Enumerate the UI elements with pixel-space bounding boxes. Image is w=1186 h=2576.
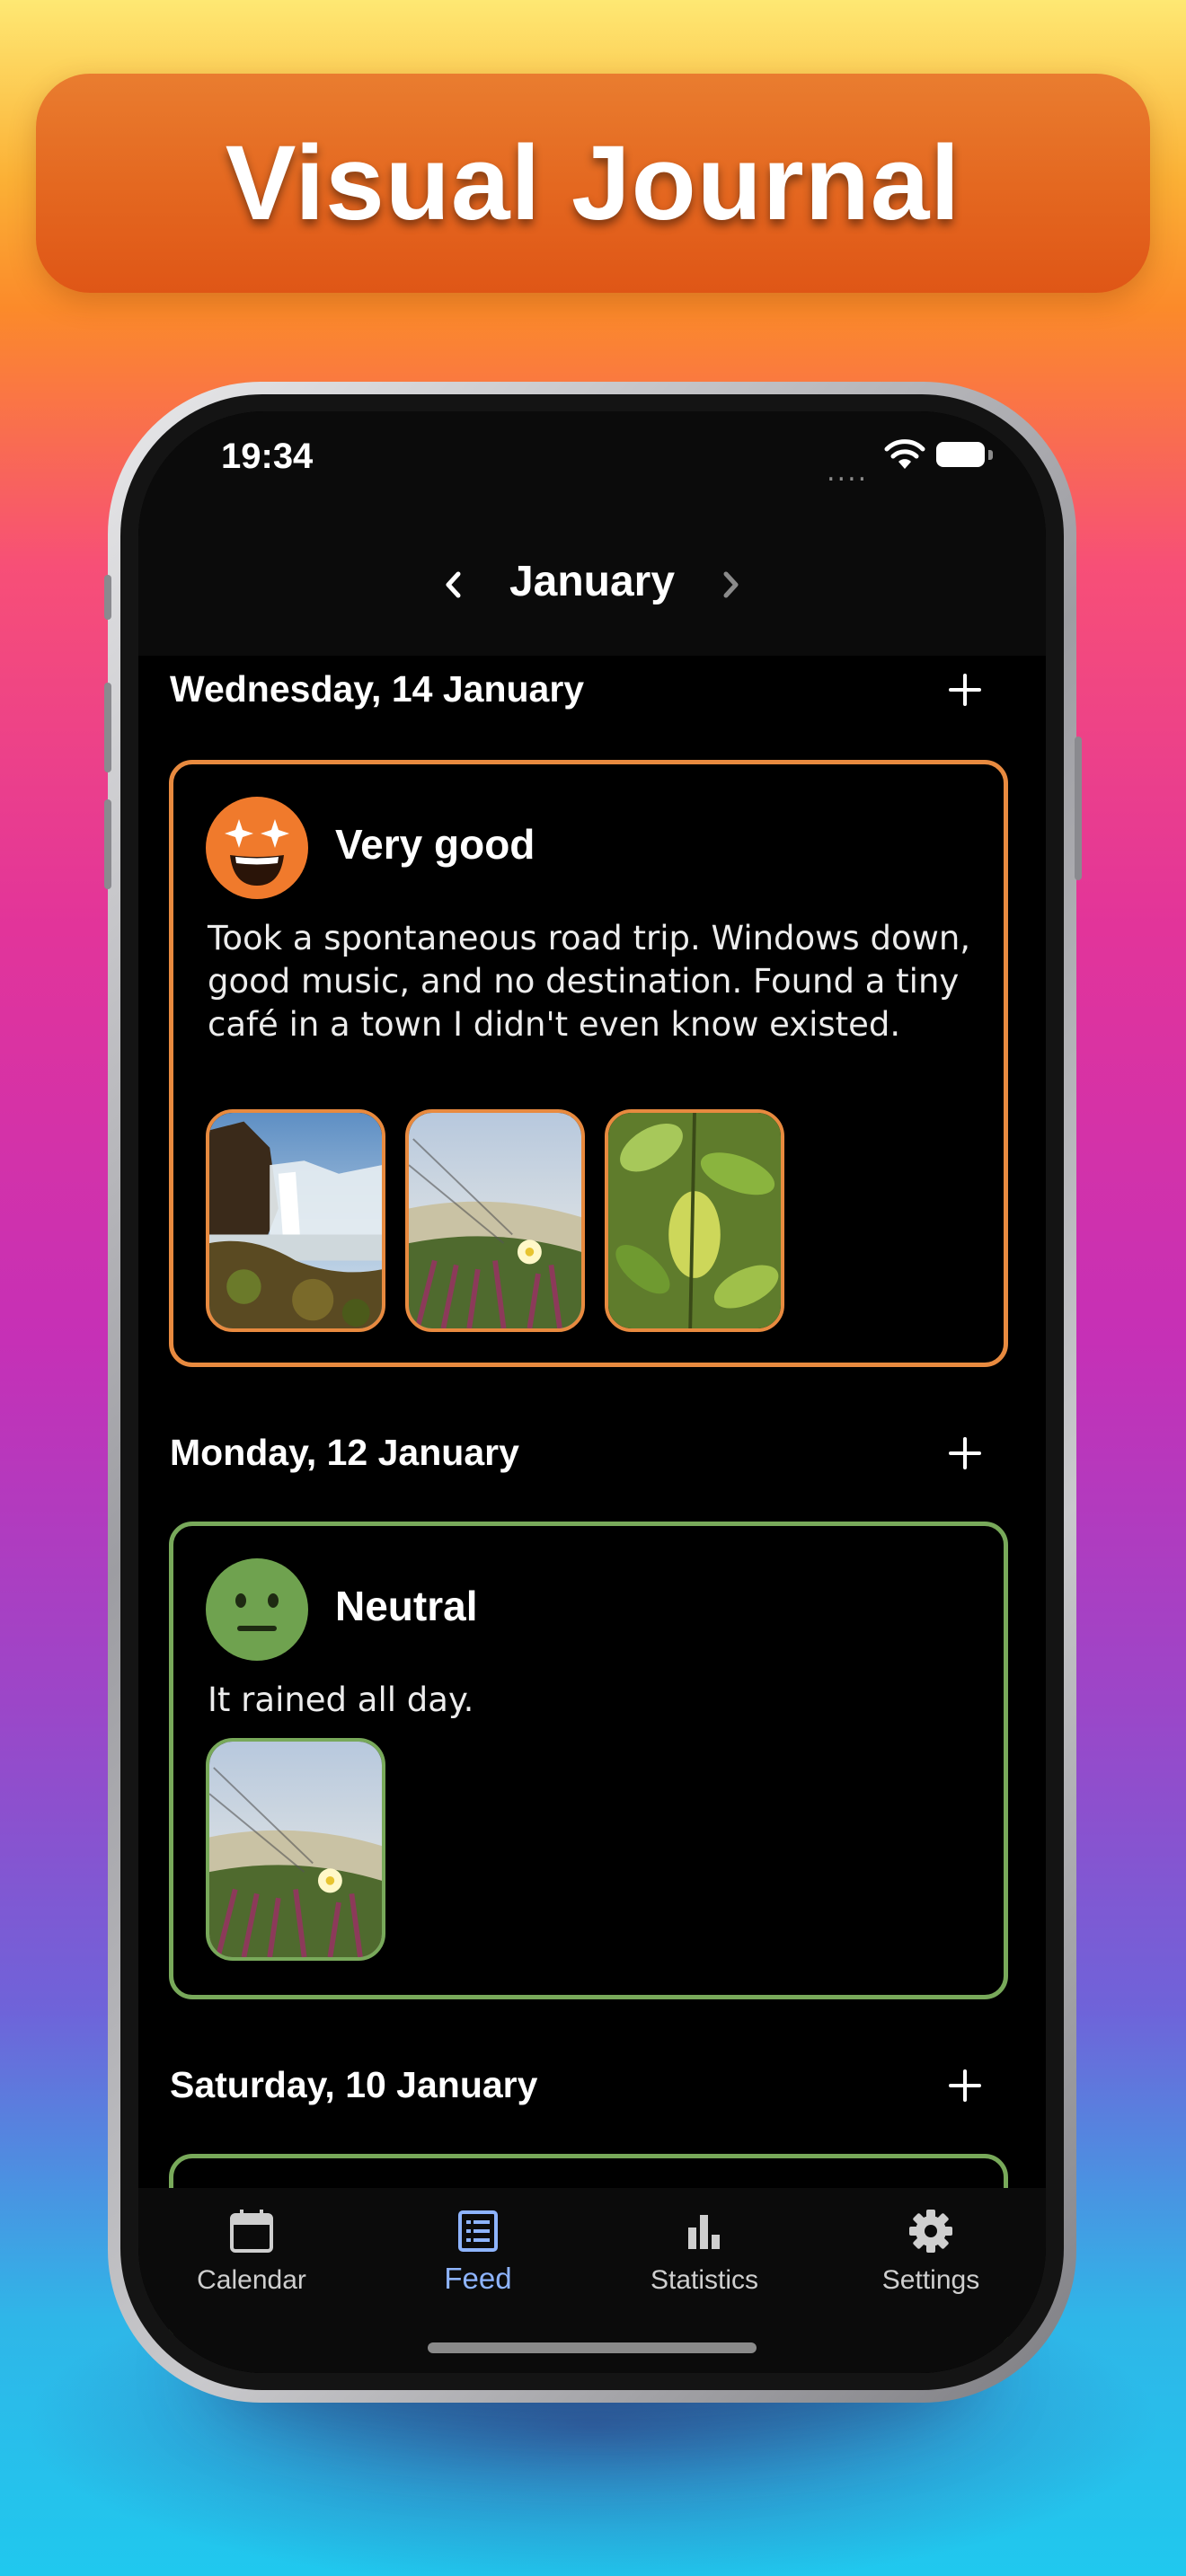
tab-label: Statistics [650, 2265, 759, 2295]
wifi-icon [884, 439, 925, 469]
app-title: Visual Journal [225, 124, 961, 243]
tab-label: Calendar [197, 2265, 306, 2295]
day-header: Monday, 12 January [170, 1432, 519, 1473]
power-button [1075, 737, 1082, 880]
feed-list-icon [458, 2210, 498, 2252]
battery-cap [988, 450, 993, 460]
home-indicator [428, 2342, 757, 2353]
month-navigation: January [138, 519, 1046, 656]
journal-entry-card[interactable]: Very good Took a spontaneous road trip. … [169, 760, 1008, 1367]
tab-settings[interactable]: Settings [818, 2188, 1044, 2314]
flower-photo[interactable] [405, 1109, 585, 1332]
phone-screen: 19:34 .... January Wednesday, 14 January [138, 411, 1046, 2373]
tab-calendar[interactable]: Calendar [138, 2188, 365, 2314]
battery-icon [936, 442, 985, 467]
star-eyes-face-icon [206, 797, 308, 899]
mood-label: Very good [335, 821, 535, 868]
volume-up-button [104, 683, 111, 772]
flower-photo[interactable] [206, 1738, 385, 1961]
tab-label: Feed [444, 2262, 512, 2295]
waterfall-photo[interactable] [206, 1109, 385, 1332]
plus-icon[interactable] [945, 1434, 985, 1473]
tab-statistics[interactable]: Statistics [591, 2188, 818, 2314]
status-bar: 19:34 .... [138, 411, 1046, 519]
bar-chart-icon [688, 2215, 720, 2249]
signal-icon: .... [827, 456, 869, 488]
entry-text: It rained all day. [208, 1681, 474, 1719]
tab-label: Settings [881, 2265, 980, 2295]
gear-icon [909, 2210, 952, 2253]
plus-icon[interactable] [945, 670, 985, 710]
side-button [104, 575, 111, 620]
entry-text: Took a spontaneous road trip. Windows do… [208, 919, 971, 1044]
day-header: Wednesday, 14 January [170, 668, 585, 710]
tab-feed[interactable]: Feed [365, 2188, 591, 2314]
calendar-icon [230, 2210, 273, 2253]
title-banner: Visual Journal [36, 74, 1150, 293]
month-title: January [509, 558, 676, 605]
mood-label: Neutral [335, 1583, 478, 1629]
status-time: 19:34 [221, 437, 314, 476]
journal-entry-card[interactable]: Neutral It rained all day. [169, 1522, 1008, 1999]
leaves-photo[interactable] [605, 1109, 784, 1332]
neutral-face-icon [206, 1558, 308, 1661]
chevron-right-icon[interactable] [713, 562, 749, 607]
plus-icon[interactable] [945, 2066, 985, 2105]
day-header: Saturday, 10 January [170, 2064, 538, 2105]
volume-down-button [104, 799, 111, 889]
